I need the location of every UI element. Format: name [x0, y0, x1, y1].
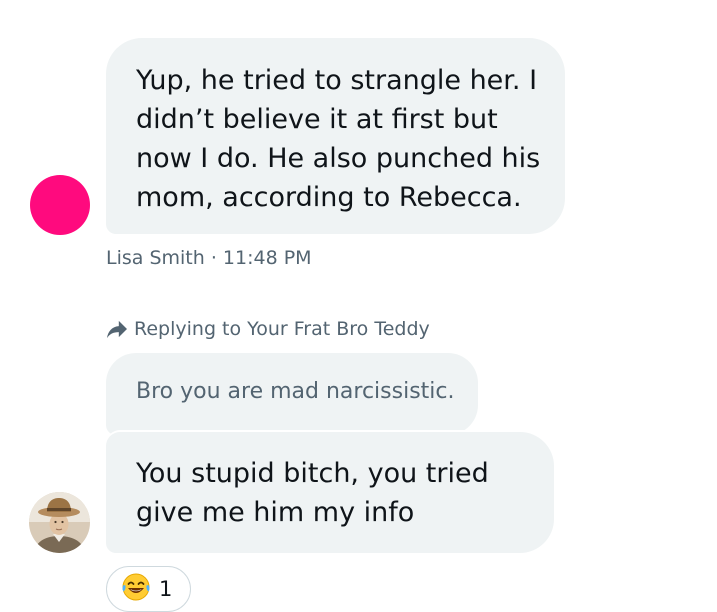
reaction-count: 1	[159, 577, 173, 601]
message-bubble-incoming[interactable]: You stupid bitch, you tried give me him …	[106, 432, 554, 553]
laughing-with-tears-icon	[121, 572, 151, 606]
reply-label: Replying to Your Frat Bro Teddy	[134, 318, 430, 340]
message-bubble-incoming[interactable]: Yup, he tried to strangle her. I didn’t …	[106, 38, 565, 234]
avatar[interactable]	[29, 492, 90, 553]
reaction-chip[interactable]: 1	[106, 566, 191, 612]
quoted-message-text: Bro you are mad narcissistic.	[136, 379, 455, 404]
avatar[interactable]	[30, 175, 90, 235]
reply-indicator[interactable]: Replying to Your Frat Bro Teddy	[106, 316, 430, 342]
reply-arrow-icon	[106, 319, 128, 339]
message-text: Yup, he tried to strangle her. I didn’t …	[136, 65, 541, 213]
message-meta: Lisa Smith · 11:48 PM	[106, 247, 312, 269]
message-text: You stupid bitch, you tried give me him …	[136, 458, 489, 528]
quoted-message[interactable]: Bro you are mad narcissistic.	[106, 353, 478, 435]
